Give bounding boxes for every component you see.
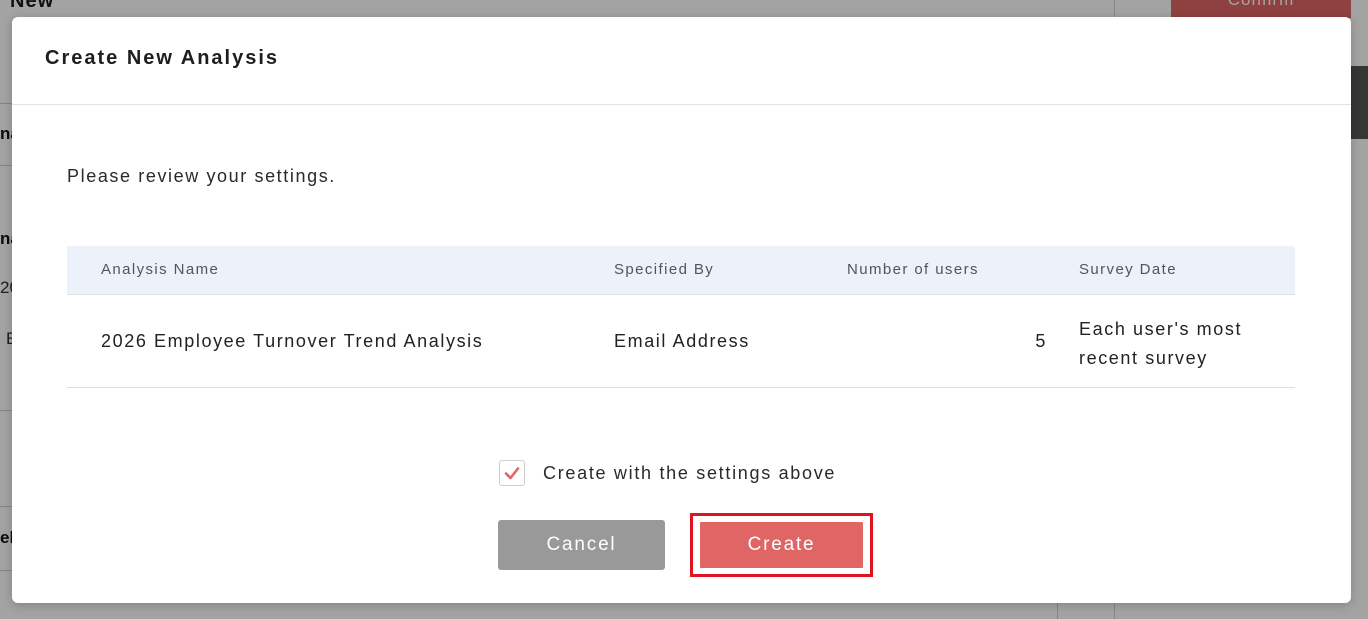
review-instruction: Please review your settings. xyxy=(67,166,336,186)
cell-analysis-name: 2026 Employee Turnover Trend Analysis xyxy=(101,331,484,351)
column-header-analysis-name: Analysis Name xyxy=(101,261,220,278)
confirm-checkbox-label[interactable]: Create with the settings above xyxy=(543,463,836,484)
check-icon xyxy=(504,467,520,480)
create-analysis-modal: Create New Analysis Please review your s… xyxy=(12,17,1351,603)
cell-specified-by: Email Address xyxy=(614,331,750,351)
settings-table: Analysis Name Specified By Number of use… xyxy=(67,246,1295,388)
cell-survey-date: Each user's most recent survey xyxy=(1079,319,1243,368)
column-header-survey-date: Survey Date xyxy=(1079,261,1177,278)
table-header-row: Analysis Name Specified By Number of use… xyxy=(67,246,1295,295)
column-header-number-of-users: Number of users xyxy=(847,261,979,278)
cell-number-of-users: 5 xyxy=(1035,331,1047,351)
create-button[interactable]: Create xyxy=(698,520,865,570)
confirm-checkbox[interactable] xyxy=(499,460,525,486)
column-header-specified-by: Specified By xyxy=(614,261,715,278)
modal-header: Create New Analysis xyxy=(12,17,1351,105)
confirm-checkbox-row[interactable]: Create with the settings above xyxy=(499,459,836,487)
table-row: 2026 Employee Turnover Trend Analysis Em… xyxy=(67,295,1295,388)
modal-title: Create New Analysis xyxy=(45,47,280,69)
cancel-button[interactable]: Cancel xyxy=(498,520,665,570)
